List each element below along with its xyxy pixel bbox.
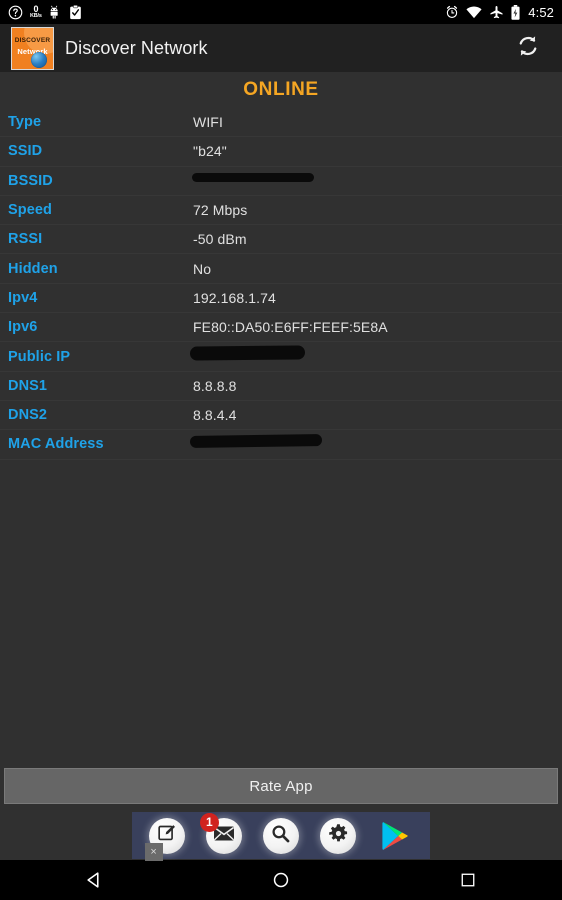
info-row-value: WIFI (193, 114, 223, 131)
info-row: DNS2 8.8.4.4 (0, 401, 562, 431)
info-row: SSID "b24" (0, 137, 562, 167)
info-row-value: -50 dBm (193, 231, 247, 248)
app-action-bar: DISCOVER Network Discover Network (0, 24, 562, 72)
alarm-clock-icon (445, 5, 459, 19)
search-icon-container (262, 817, 299, 854)
settings-icon-container (320, 817, 357, 854)
search-icon (270, 823, 291, 849)
info-row-value: "b24" (193, 143, 227, 160)
info-row-label: RSSI (8, 231, 43, 248)
unread-badge: 1 (199, 812, 219, 832)
android-robot-icon (49, 5, 62, 20)
airplane-mode-icon (489, 5, 504, 20)
info-row-label: SSID (8, 143, 43, 160)
status-bar-right-icons: 4:52 (445, 4, 554, 20)
home-button[interactable] (251, 860, 311, 900)
redaction-bar (192, 172, 314, 182)
network-speed-indicator: 0 KB/s (30, 3, 42, 19)
info-row-label: Speed (8, 202, 53, 219)
info-row-value: 72 Mbps (193, 202, 248, 219)
rate-app-label: Rate App (249, 777, 313, 795)
info-row-label: DNS1 (8, 377, 48, 394)
back-button[interactable] (64, 860, 124, 900)
battery-icon (511, 4, 520, 20)
status-text: ONLINE (243, 79, 319, 100)
info-row-value: 8.8.8.8 (193, 377, 237, 394)
info-row-value: 192.168.1.74 (193, 289, 276, 306)
info-row: Type WIFI (0, 108, 562, 138)
logo-text-discover: DISCOVER (14, 36, 51, 44)
info-row-label: Ipv6 (8, 319, 38, 336)
app-screen: 0 KB/s 4:52 DISCOVER Network Discover Ne… (0, 0, 562, 900)
info-row-label: Type (8, 114, 42, 131)
info-row: Ipv4 192.168.1.74 (0, 284, 562, 314)
help-circle-icon (8, 5, 23, 20)
refresh-icon (515, 33, 541, 64)
redaction-bar (189, 434, 323, 449)
info-row: Public IP (0, 342, 562, 372)
info-row: RSSI -50 dBm (0, 225, 562, 255)
app-title: Discover Network (65, 37, 208, 58)
ad-close-button[interactable]: × (144, 842, 163, 861)
android-navigation-bar (0, 860, 562, 900)
status-bar-left-icons: 0 KB/s (8, 3, 445, 20)
play-store-icon (378, 819, 412, 853)
info-row-label: MAC Address (8, 436, 104, 453)
clipboard-check-icon (69, 4, 82, 20)
ad-mail-item[interactable]: 1 (199, 812, 246, 858)
info-row: BSSID (0, 167, 562, 196)
app-logo: DISCOVER Network (11, 26, 54, 70)
info-row-label: Ipv4 (8, 289, 38, 306)
info-row-label: Public IP (8, 348, 71, 365)
info-row-value: FE80::DA50:E6FF:FEEF:5E8A (193, 319, 388, 336)
ad-search-item[interactable] (259, 814, 303, 858)
info-row: Speed 72 Mbps (0, 196, 562, 226)
info-row-value: No (193, 260, 212, 277)
redaction-bar (189, 345, 306, 361)
ad-settings-item[interactable] (316, 814, 360, 858)
settings-gear-icon (328, 823, 349, 849)
connection-status-banner: ONLINE (0, 72, 562, 108)
refresh-button[interactable] (511, 31, 545, 65)
info-row: MAC Address (0, 430, 562, 460)
info-row-label: Hidden (8, 260, 58, 277)
info-row: DNS1 8.8.8.8 (0, 372, 562, 401)
android-status-bar: 0 KB/s 4:52 (0, 0, 562, 24)
network-info-list: Type WIFI SSID "b24" BSSID Speed 72 Mbps RSSI -5… (0, 108, 562, 460)
status-bar-clock: 4:52 (528, 4, 554, 20)
globe-icon (31, 51, 47, 68)
info-row-value: 8.8.4.4 (193, 407, 237, 424)
rate-app-button[interactable]: Rate App (4, 768, 558, 804)
ad-play-store-item[interactable] (373, 814, 417, 858)
info-row-label: DNS2 (8, 407, 48, 424)
info-row: Ipv6 FE80::DA50:E6FF:FEEF:5E8A (0, 313, 562, 343)
ad-compose-item[interactable]: × (144, 814, 189, 861)
info-row-label: BSSID (8, 172, 53, 189)
wifi-icon (466, 5, 482, 19)
ad-banner[interactable]: × 1 (132, 812, 430, 861)
recents-button[interactable] (438, 860, 498, 900)
info-row: Hidden No (0, 254, 562, 284)
